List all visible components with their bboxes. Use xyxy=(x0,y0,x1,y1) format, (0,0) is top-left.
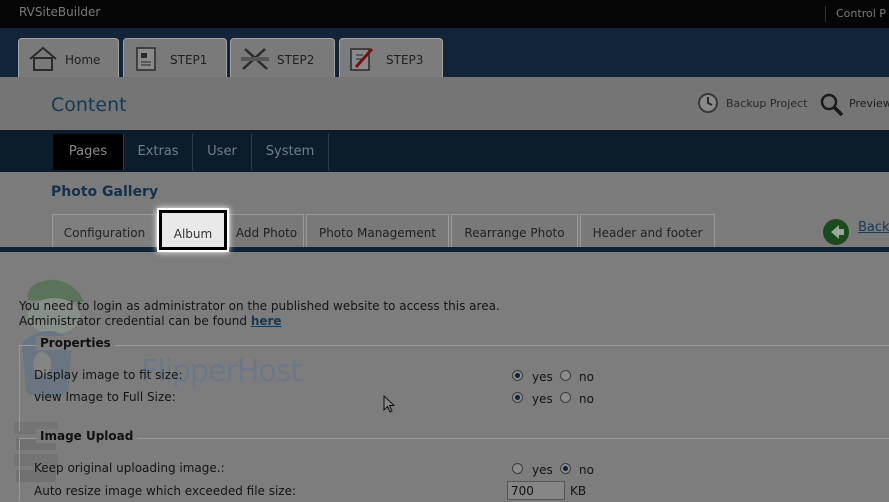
house-icon xyxy=(29,46,57,71)
top-bar: RVSiteBuilder Control P xyxy=(0,0,889,28)
properties-legend: Properties xyxy=(36,336,115,350)
step-tab-label: STEP3 xyxy=(386,53,424,67)
mouse-cursor-icon xyxy=(383,395,396,413)
auto-resize-label: Auto resize image which exceeded file si… xyxy=(34,484,297,498)
fit-size-yes-label: yes xyxy=(532,370,553,384)
main-content: FlipperHost You need to login as adminis… xyxy=(0,252,889,501)
properties-fieldset: Properties xyxy=(19,336,889,431)
back-arrow-icon[interactable] xyxy=(822,218,850,246)
step-tab-step1[interactable]: STEP1 xyxy=(123,38,227,77)
keep-original-yes-radio[interactable] xyxy=(512,463,523,474)
notice-text-credentials: Administrator credential can be found he… xyxy=(19,314,282,328)
full-size-no-label: no xyxy=(579,392,594,406)
gallery-header: Photo Gallery Configuration Album Add Ph… xyxy=(0,172,889,252)
tab-add-photo[interactable]: Add Photo xyxy=(229,214,304,247)
step-tab-label: Home xyxy=(65,53,101,67)
tab-configuration[interactable]: Configuration xyxy=(52,214,157,247)
divider xyxy=(328,134,329,170)
fit-size-no-label: no xyxy=(579,370,594,384)
notice-prefix: Administrator credential can be found xyxy=(19,314,247,328)
pencil-icon xyxy=(350,48,374,71)
keep-original-no-label: no xyxy=(579,463,594,477)
control-panel-link[interactable]: Control P xyxy=(836,7,886,20)
page-title: Content xyxy=(51,94,127,116)
keep-original-yes-label: yes xyxy=(532,463,553,477)
back-link[interactable]: Back xyxy=(858,220,889,235)
fit-size-no-radio[interactable] xyxy=(560,370,571,381)
tab-header-and-footer[interactable]: Header and footer xyxy=(580,214,715,247)
fit-size-label: Display image to fit size: xyxy=(34,368,183,382)
size-unit-label: KB xyxy=(570,484,587,498)
magnifier-icon[interactable] xyxy=(820,93,844,117)
tab-rearrange-photo[interactable]: Rearrange Photo xyxy=(451,214,578,247)
step-tab-label: STEP2 xyxy=(277,53,315,67)
image-upload-legend: Image Upload xyxy=(36,429,138,443)
backup-project-link[interactable]: Backup Project xyxy=(726,97,807,110)
tools-icon xyxy=(241,48,269,70)
step-bar: Home STEP1 STEP2 STEP3 xyxy=(0,28,889,77)
menu-system[interactable]: System xyxy=(252,134,328,170)
step-tab-home[interactable]: Home xyxy=(18,38,119,77)
app-title: RVSiteBuilder xyxy=(19,5,101,19)
step-tab-label: STEP1 xyxy=(170,53,208,67)
content-header: Content Backup Project Preview xyxy=(0,77,889,130)
full-size-no-radio[interactable] xyxy=(560,392,571,403)
keep-original-label: Keep original uploading image.: xyxy=(34,461,225,475)
full-size-label: view Image to Full Size: xyxy=(34,390,176,404)
step-tab-step3[interactable]: STEP3 xyxy=(339,38,443,77)
keep-original-no-radio[interactable] xyxy=(560,463,571,474)
divider xyxy=(825,6,826,22)
tab-photo-management[interactable]: Photo Management xyxy=(306,214,449,247)
section-menu: Pages Extras User System xyxy=(0,130,889,172)
clock-icon[interactable] xyxy=(697,92,719,114)
menu-pages[interactable]: Pages xyxy=(53,134,123,170)
auto-resize-size-input[interactable] xyxy=(507,481,565,500)
step-tab-step2[interactable]: STEP2 xyxy=(230,38,335,77)
menu-user[interactable]: User xyxy=(193,134,251,170)
full-size-yes-radio[interactable] xyxy=(512,392,523,403)
document-icon xyxy=(136,47,156,71)
fit-size-yes-radio[interactable] xyxy=(512,370,523,381)
menu-extras[interactable]: Extras xyxy=(124,134,192,170)
here-link[interactable]: here xyxy=(251,314,282,328)
notice-text: You need to login as administrator on th… xyxy=(19,299,500,313)
section-title: Photo Gallery xyxy=(51,184,159,200)
full-size-yes-label: yes xyxy=(532,392,553,406)
tab-album[interactable]: Album xyxy=(159,210,227,250)
preview-link[interactable]: Preview xyxy=(849,97,889,110)
